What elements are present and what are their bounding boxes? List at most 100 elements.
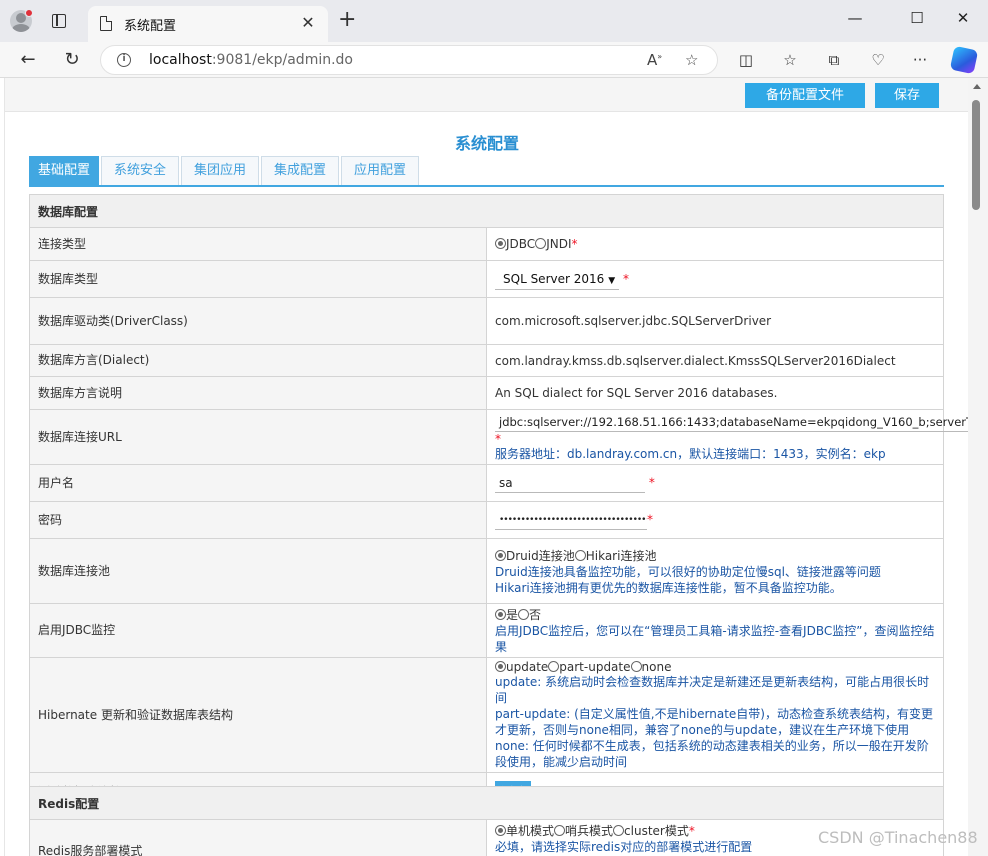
hibernate-hint-update: update: 系统启动时会检查数据库并决定是新建还是更新表结构，可能占用很长时… (495, 675, 930, 705)
hibernate-hint-part-update: part-update: (自定义属性值,不是hibernate自带)，动态检查… (495, 707, 933, 769)
jdbc-monitor-label: 启用JDBC监控 (29, 603, 487, 658)
hikari-option-label: Hikari连接池 (585, 548, 657, 563)
hibernate-label: Hibernate 更新和验证数据库表结构 (29, 657, 487, 773)
none-radio[interactable] (630, 661, 642, 672)
redis-section-title: Redis配置 (29, 786, 944, 820)
druid-radio[interactable] (495, 549, 506, 561)
url-field[interactable]: i localhost:9081/ekp/admin.do A» ☆ (100, 45, 718, 75)
jdbc-option-label: JDBC (506, 237, 536, 251)
db-type-select[interactable]: SQL Server 2016 ▼ (495, 268, 620, 290)
info-icon[interactable]: i (117, 53, 131, 67)
monitor-yes-label: 是 (506, 608, 519, 622)
monitor-no-radio[interactable] (518, 609, 530, 620)
driver-label: 数据库驱动类(DriverClass) (29, 297, 487, 345)
standalone-radio[interactable] (495, 825, 506, 836)
redis-config-table: Redis配置 Redis服务部署模式 单机模式 哨兵模式 cluster模式* 必… (29, 786, 944, 856)
jdbc-monitor-hint: 启用JDBC监控后，您可以在“管理员工具箱-请求监控-查看JDBC监控”，查阅监… (495, 624, 935, 654)
collections-icon[interactable]: ⧉ (824, 50, 844, 70)
db-section-title: 数据库配置 (29, 194, 944, 228)
back-icon[interactable]: ← (16, 48, 40, 72)
required-mark: * (647, 512, 653, 527)
db-url-field: jdbc:sqlserver://192.168.51.166:1433;dat… (486, 409, 968, 465)
db-config-table: 数据库配置 连接类型 JDBC JNDI* 数据库类型 SQL Server 20… (29, 194, 968, 812)
db-type-value: SQL Server 2016 (503, 272, 605, 286)
sentinel-option-label: 哨兵模式 (565, 824, 614, 838)
scroll-thumb[interactable] (972, 100, 980, 210)
browser-tab[interactable]: 系统配置 ✕ (88, 6, 328, 42)
update-radio[interactable] (495, 661, 506, 672)
jdbc-monitor-field: 是否 启用JDBC监控后，您可以在“管理员工具箱-请求监控-查看JDBC监控”，… (486, 603, 944, 658)
redis-deploy-label: Redis服务部署模式 (29, 819, 487, 856)
password-label: 密码 (29, 501, 487, 539)
tab-group[interactable]: 集团应用 (181, 156, 259, 186)
page-content: 备份配置文件 保存 系统配置 基础配置 系统安全 集团应用 集成配置 应用配置 … (4, 78, 968, 856)
refresh-icon[interactable]: ↻ (60, 48, 84, 72)
hibernate-field: update part-update none update: 系统启动时会检查数据… (486, 657, 944, 773)
page-scrollbar[interactable] (968, 78, 988, 856)
scroll-up-icon[interactable] (973, 84, 981, 89)
chevron-down-icon: ▼ (608, 276, 616, 286)
required-mark: * (495, 432, 501, 446)
db-url-input[interactable]: jdbc:sqlserver://192.168.51.166:1433;dat… (495, 412, 968, 432)
watermark: CSDN @Tinachen88 (818, 828, 978, 847)
tab-security[interactable]: 系统安全 (101, 156, 179, 186)
db-url-label: 数据库连接URL (29, 409, 487, 465)
pool-field: Druid连接池 Hikari连接池 Druid连接池具备监控功能，可以很好的协助… (486, 538, 944, 604)
tab-basic[interactable]: 基础配置 (29, 156, 99, 186)
cluster-radio[interactable] (613, 825, 625, 836)
read-aloud-icon[interactable]: A» (647, 51, 662, 69)
browser-titlebar: 系统配置 ✕ + — ☐ ✕ (0, 0, 988, 42)
required-mark: * (571, 237, 578, 251)
required-mark: * (688, 824, 695, 838)
browser-tab-title: 系统配置 (124, 19, 177, 34)
url-text[interactable]: localhost:9081/ekp/admin.do (149, 52, 353, 68)
copilot-icon[interactable] (949, 45, 979, 75)
dialect-desc-value: An SQL dialect for SQL Server 2016 datab… (486, 376, 944, 410)
jndi-option-label: JNDI (546, 237, 572, 251)
monitor-yes-radio[interactable] (495, 609, 506, 620)
password-input[interactable]: •••••••••••••••••••••••••••••••••••• (495, 510, 647, 530)
close-tab-icon[interactable]: ✕ (298, 13, 318, 32)
backup-config-button[interactable]: 备份配置文件 (745, 83, 865, 108)
username-input[interactable]: sa (495, 473, 645, 493)
none-option-label: none (641, 660, 672, 674)
username-label: 用户名 (29, 464, 487, 502)
hikari-radio[interactable] (574, 549, 586, 561)
db-url-hint: 服务器地址：db.landray.com.cn，默认连接端口：1433，实例名：… (495, 447, 886, 461)
new-tab-icon[interactable]: + (338, 9, 356, 31)
tab-underline (29, 185, 944, 187)
jdbc-radio[interactable] (495, 238, 506, 249)
tab-integration[interactable]: 集成配置 (261, 156, 339, 186)
cluster-option-label: cluster模式 (624, 824, 689, 838)
conn-type-label: 连接类型 (29, 227, 487, 261)
minimize-icon[interactable]: — (840, 6, 870, 30)
tab-application[interactable]: 应用配置 (341, 156, 419, 186)
password-field: ••••••••••••••••••••••••••••••••••••* (486, 501, 944, 539)
pool-label: 数据库连接池 (29, 538, 487, 604)
address-bar: ← ↻ i localhost:9081/ekp/admin.do A» ☆ ◫… (0, 42, 988, 78)
dialect-desc-label: 数据库方言说明 (29, 376, 487, 410)
part-update-radio[interactable] (548, 661, 560, 672)
maximize-icon[interactable]: ☐ (902, 6, 932, 30)
dialect-label: 数据库方言(Dialect) (29, 344, 487, 377)
tab-actions-icon[interactable] (50, 12, 68, 30)
pool-hint-druid: Druid连接池具备监控功能，可以很好的协助定位慢sql、链接泄露等问题 (495, 564, 881, 579)
browser-essentials-icon[interactable]: ♡ (868, 50, 888, 70)
db-type-label: 数据库类型 (29, 260, 487, 298)
favorite-star-icon[interactable]: ☆ (685, 51, 698, 69)
save-button[interactable]: 保存 (875, 83, 939, 108)
required-mark: * (648, 475, 655, 490)
page-title: 系统配置 (454, 134, 519, 153)
more-menu-icon[interactable]: ··· (910, 50, 930, 70)
favorites-icon[interactable]: ☆ (780, 50, 800, 70)
standalone-option-label: 单机模式 (506, 824, 555, 838)
split-screen-icon[interactable]: ◫ (736, 50, 756, 70)
pool-hint-hikari: Hikari连接池拥有更优先的数据库连接性能，暂不具备监控功能。 (495, 580, 842, 595)
close-window-icon[interactable]: ✕ (948, 6, 978, 30)
page-toolbar: 备份配置文件 保存 (5, 78, 968, 112)
jndi-radio[interactable] (535, 238, 547, 249)
conn-type-field: JDBC JNDI* (486, 227, 944, 261)
monitor-no-label: 否 (529, 608, 542, 622)
sentinel-radio[interactable] (554, 825, 566, 836)
notification-dot-icon (25, 9, 33, 17)
